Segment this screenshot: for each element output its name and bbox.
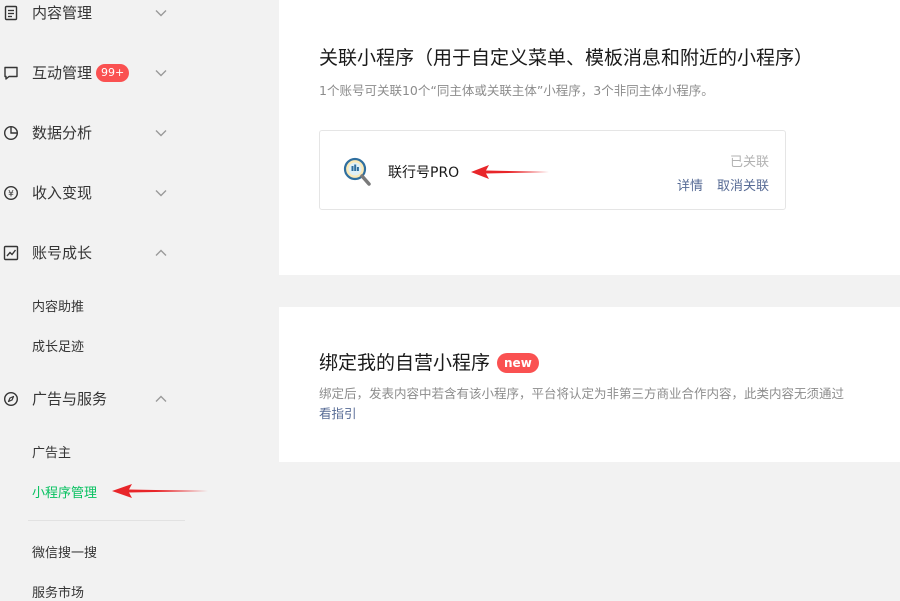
program-name: 联行号PRO	[388, 165, 460, 181]
chevron-down-icon	[154, 125, 168, 139]
trend-chart-icon	[2, 244, 20, 262]
document-icon	[2, 4, 20, 22]
bind-section-description: 绑定后，发表内容中若含有该小程序，平台将认定为非第三方商业合作内容，此类内容无须…	[319, 386, 845, 401]
sidebar-item-label: 数据分析	[32, 123, 93, 142]
sidebar-item-label: 账号成长	[32, 243, 93, 262]
notification-badge: 99+	[96, 63, 130, 82]
sidebar: 内容管理 互动管理 99+ 数据分析 ¥ 收入变现 账号成长 内容助推 成长足迹…	[0, 0, 250, 601]
sidebar-subitem-wechat-search[interactable]: 微信搜一搜	[32, 542, 97, 561]
new-badge: new	[497, 353, 539, 373]
linked-program-item: 联行号PRO 已关联 详情 取消关联	[319, 130, 786, 210]
sidebar-item-label: 收入变现	[32, 183, 93, 202]
sidebar-item-data-analysis[interactable]: 数据分析	[0, 117, 185, 147]
svg-text:¥: ¥	[8, 190, 14, 200]
program-detail-link[interactable]: 详情	[677, 179, 703, 194]
bind-mini-program-card: 绑定我的自营小程序 new 绑定后，发表内容中若含有该小程序，平台将认定为非第三方…	[279, 307, 900, 462]
sidebar-subitem-growth-footprint[interactable]: 成长足迹	[32, 336, 84, 355]
linked-section-description: 1个账号可关联10个“同主体或关联主体”小程序，3个非同主体小程序。	[319, 83, 714, 98]
sidebar-item-account-growth[interactable]: 账号成长	[0, 237, 185, 267]
chevron-down-icon	[154, 5, 168, 19]
sidebar-subitem-content-boost[interactable]: 内容助推	[32, 296, 84, 315]
chevron-down-icon	[154, 185, 168, 199]
view-guide-link[interactable]: 看指引	[319, 403, 357, 422]
magnifier-logo-icon	[340, 155, 374, 189]
sidebar-subitem-mini-program-management[interactable]: 小程序管理	[32, 482, 97, 501]
sidebar-subitem-service-market[interactable]: 服务市场	[32, 582, 84, 601]
sidebar-item-interaction-management[interactable]: 互动管理 99+	[0, 57, 185, 87]
linked-mini-programs-card: 关联小程序（用于自定义菜单、模板消息和附近的小程序） 1个账号可关联10个“同主…	[279, 0, 900, 275]
sidebar-item-label: 内容管理	[32, 3, 93, 22]
program-status: 已关联	[729, 155, 769, 170]
bind-section-title: 绑定我的自营小程序	[319, 352, 491, 374]
unlink-program-link[interactable]: 取消关联	[717, 179, 769, 194]
chevron-up-icon	[154, 391, 168, 405]
message-icon	[2, 64, 20, 82]
sidebar-item-monetization[interactable]: ¥ 收入变现	[0, 177, 185, 207]
compass-icon	[2, 390, 20, 408]
linked-section-title: 关联小程序（用于自定义菜单、模板消息和附近的小程序）	[319, 47, 814, 69]
sidebar-subitem-advertiser[interactable]: 广告主	[32, 442, 71, 461]
chevron-down-icon	[154, 65, 168, 79]
sidebar-item-content-management[interactable]: 内容管理	[0, 0, 185, 27]
sidebar-divider	[28, 520, 185, 521]
sidebar-item-label: 广告与服务	[32, 389, 108, 408]
yen-icon: ¥	[2, 184, 20, 202]
sidebar-item-label: 互动管理	[32, 63, 93, 82]
sidebar-item-ads-and-services[interactable]: 广告与服务	[0, 383, 185, 413]
pie-chart-icon	[2, 124, 20, 142]
chevron-up-icon	[154, 245, 168, 259]
